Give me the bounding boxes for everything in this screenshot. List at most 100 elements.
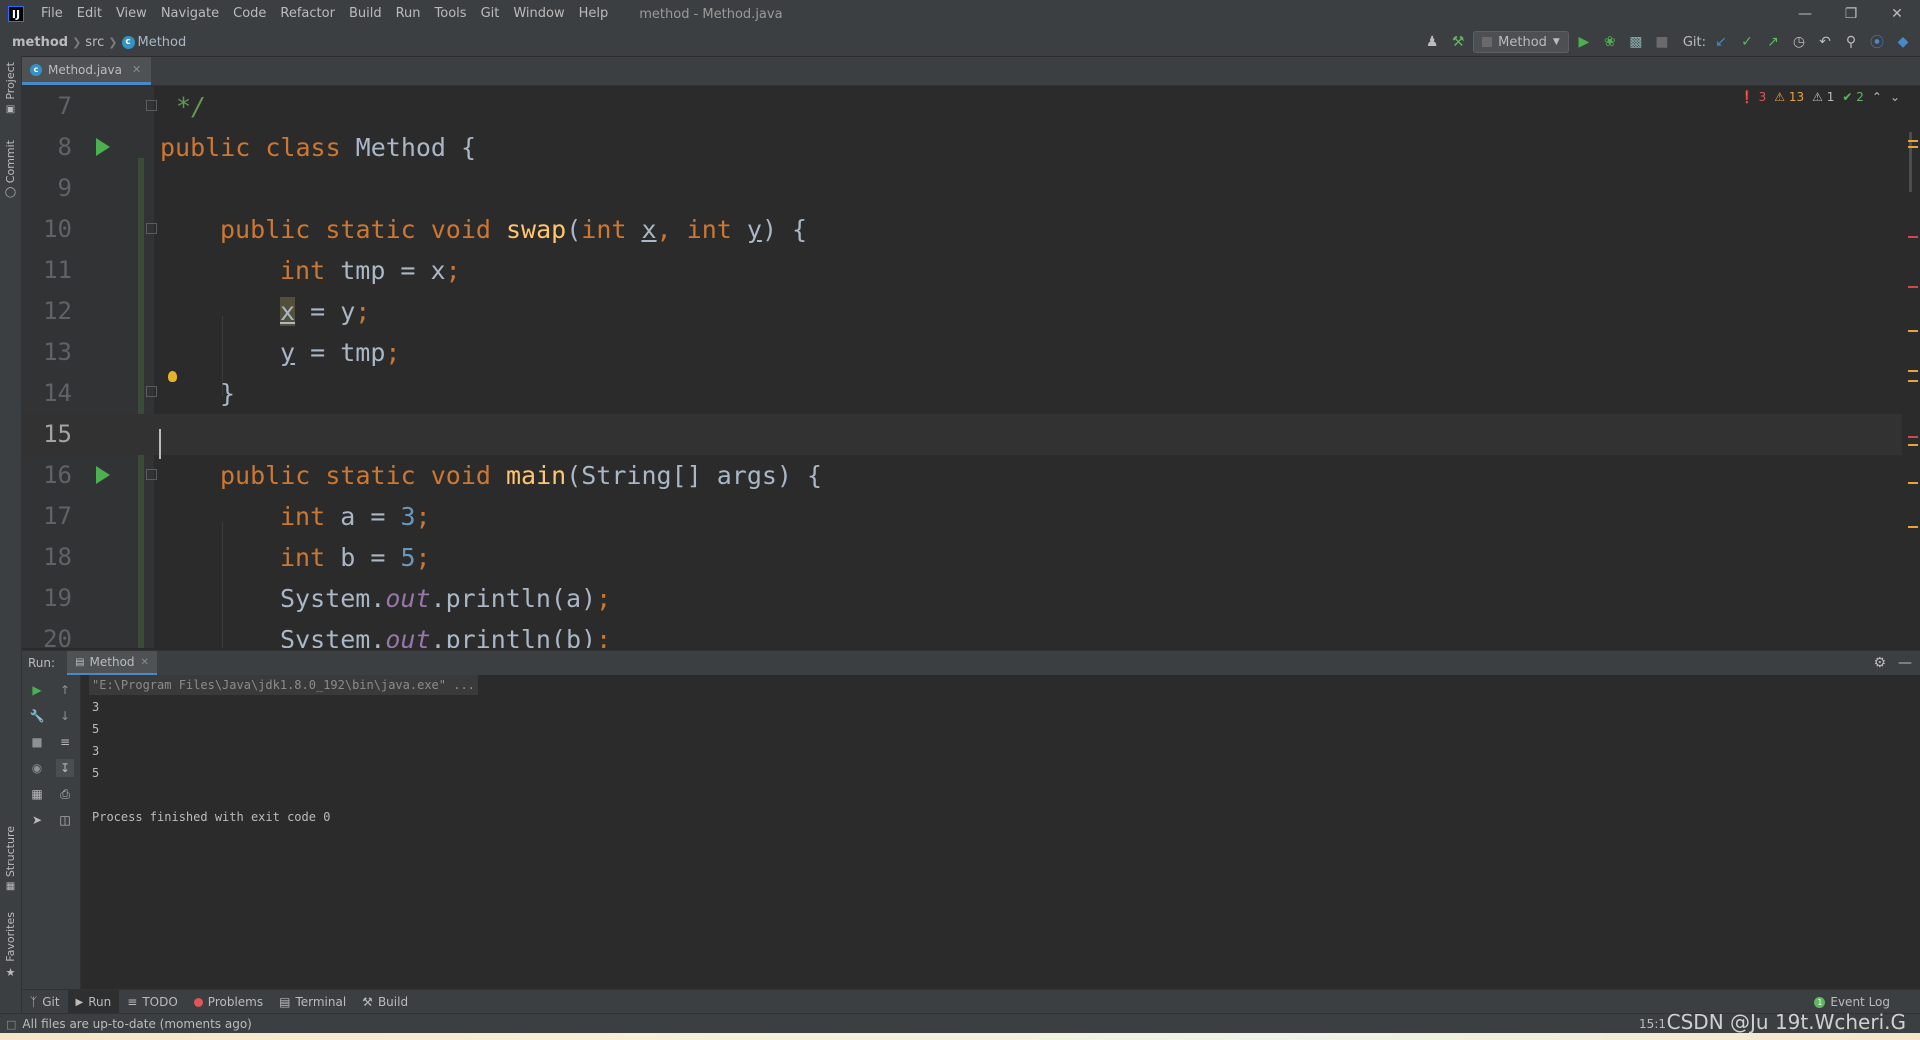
update-available-icon[interactable]: ⦿ <box>1866 31 1888 53</box>
rollback-icon[interactable]: ↶ <box>1814 31 1836 53</box>
menu-run[interactable]: Run <box>389 0 428 28</box>
stop-icon[interactable]: ■ <box>28 733 46 751</box>
code-text: */ <box>176 92 207 121</box>
menu-file[interactable]: File <box>34 0 70 28</box>
structure-tool-tab[interactable]: Structure ▦ <box>0 826 21 892</box>
caret-position[interactable]: 15:1 <box>1639 1014 1666 1034</box>
menu-window[interactable]: Window <box>506 0 571 28</box>
warning-marker[interactable] <box>1908 526 1918 528</box>
fold-icon[interactable] <box>146 223 157 234</box>
run-config-label: Method <box>1498 34 1547 50</box>
settings-gear-icon[interactable]: ⚙ <box>1873 655 1886 671</box>
breadcrumb-class[interactable]: c Method <box>118 35 191 50</box>
fold-icon[interactable] <box>146 469 157 480</box>
arrow-down-icon[interactable]: ↓ <box>56 707 74 725</box>
trash-icon[interactable]: ◫ <box>56 811 74 829</box>
warning-marker[interactable] <box>1908 482 1918 484</box>
pin-icon[interactable]: ➤ <box>28 811 46 829</box>
history-icon[interactable]: ◷ <box>1788 31 1810 53</box>
warning-marker[interactable] <box>1908 370 1918 372</box>
menu-code[interactable]: Code <box>226 0 273 28</box>
print-icon[interactable]: ⎙ <box>56 785 74 803</box>
navigation-bar: method ❯ src ❯ c Method ♟ ⚒ Method ▼ ▶ ❀… <box>0 28 1920 57</box>
tool-tab-terminal[interactable]: ▤ Terminal <box>271 990 354 1014</box>
favorites-tool-tab[interactable]: Favorites ★ <box>0 912 21 979</box>
debug-icon[interactable]: ❀ <box>1599 31 1621 53</box>
soft-wrap-icon[interactable]: ≡ <box>56 733 74 751</box>
camera-icon[interactable]: ◉ <box>28 759 46 777</box>
run-icon[interactable]: ▶ <box>1573 31 1595 53</box>
menu-navigate[interactable]: Navigate <box>154 0 226 28</box>
scroll-to-end-icon[interactable]: ↧ <box>56 759 74 777</box>
status-message[interactable]: All files are up-to-date (moments ago) <box>22 1017 251 1031</box>
warning-marker[interactable] <box>1908 140 1918 142</box>
console-line: 5 <box>92 722 100 736</box>
wrench-icon[interactable]: 🔧 <box>28 707 46 725</box>
menu-tools[interactable]: Tools <box>428 0 474 28</box>
tool-tab-run[interactable]: ▶ Run <box>67 990 120 1014</box>
coverage-icon[interactable]: ▩ <box>1625 31 1647 53</box>
menu-build[interactable]: Build <box>342 0 389 28</box>
tool-tab-git[interactable]: ᛉ Git <box>22 990 68 1014</box>
rerun-icon[interactable]: ▶ <box>28 681 46 699</box>
fold-icon[interactable] <box>146 100 157 111</box>
run-gutter-icon[interactable] <box>96 466 110 484</box>
error-marker[interactable] <box>1908 436 1918 438</box>
line-number: 14 <box>43 379 72 407</box>
warning-marker[interactable] <box>1908 330 1918 332</box>
close-tab-icon[interactable]: ✕ <box>132 63 141 76</box>
git-commit-icon[interactable]: ✓ <box>1736 31 1758 53</box>
close-icon[interactable]: ✕ <box>1874 0 1920 28</box>
error-marker[interactable] <box>1908 236 1918 238</box>
warning-marker[interactable] <box>1908 146 1918 148</box>
code-line: 8 public class Method { <box>22 127 1902 168</box>
minimize-icon[interactable]: — <box>1782 0 1828 28</box>
menu-git[interactable]: Git <box>474 0 507 28</box>
error-stripe[interactable] <box>1906 126 1920 646</box>
run-gutter-icon[interactable] <box>96 138 110 156</box>
git-branch-icon: ᛉ <box>30 995 38 1009</box>
layout-icon[interactable]: ▦ <box>28 785 46 803</box>
menu-view[interactable]: View <box>109 0 154 28</box>
search-icon[interactable]: ⚲ <box>1840 31 1862 53</box>
tab-method-java[interactable]: c Method.java ✕ <box>22 57 152 85</box>
restore-icon[interactable]: ❐ <box>1828 0 1874 28</box>
code-text: public static void swap(int x, int y) { <box>220 215 808 244</box>
minimize-panel-icon[interactable]: — <box>1898 655 1912 671</box>
git-push-icon[interactable]: ↗ <box>1762 31 1784 53</box>
arrow-up-icon[interactable]: ↑ <box>56 681 74 699</box>
run-config-select[interactable]: Method ▼ <box>1473 31 1569 53</box>
status-icon: □ <box>6 1017 17 1031</box>
run-tab-method[interactable]: ▤ Method ✕ <box>67 651 157 675</box>
structure-tool-label: Structure <box>4 826 17 878</box>
commit-icon: ◯ <box>4 187 17 199</box>
breadcrumb-src[interactable]: src <box>81 35 108 50</box>
left-tool-strip: Project ▣ Commit ◯ Structure ▦ Favorites… <box>0 56 22 1020</box>
plugin-icon[interactable]: ◆ <box>1892 31 1914 53</box>
line-number: 16 <box>43 461 72 489</box>
warning-marker[interactable] <box>1908 444 1918 446</box>
build-hammer-icon[interactable]: ⚒ <box>1447 31 1469 53</box>
error-marker[interactable] <box>1908 286 1918 288</box>
run-tab-label: Method <box>89 655 135 669</box>
lightbulb-icon[interactable] <box>168 371 177 382</box>
user-icon[interactable]: ♟ <box>1421 31 1443 53</box>
tool-tab-todo[interactable]: ≡ TODO <box>119 990 186 1014</box>
warning-marker[interactable] <box>1908 380 1918 382</box>
commit-tool-tab[interactable]: Commit ◯ <box>0 140 21 198</box>
menu-refactor[interactable]: Refactor <box>273 0 342 28</box>
tool-tab-problems[interactable]: Problems <box>186 990 271 1014</box>
project-tool-tab[interactable]: Project ▣ <box>0 62 21 115</box>
menu-edit[interactable]: Edit <box>70 0 109 28</box>
console-output[interactable]: "E:\Program Files\Java\jdk1.8.0_192\bin\… <box>81 675 1920 989</box>
git-update-icon[interactable]: ↙ <box>1710 31 1732 53</box>
code-editor[interactable]: ❗ 3 ⚠ 13 ⚠ 1 ✔ 2 ⌃ ⌄ 7 */ 8 public class… <box>22 86 1920 648</box>
menu-help[interactable]: Help <box>572 0 616 28</box>
close-tab-icon[interactable]: ✕ <box>141 657 149 668</box>
tool-tab-label: Build <box>377 995 409 1009</box>
tool-tab-build[interactable]: ⚒ Build <box>354 990 416 1014</box>
tab-label: Method.java <box>48 62 122 77</box>
fold-icon[interactable] <box>146 386 157 397</box>
stop-icon[interactable]: ■ <box>1651 31 1673 53</box>
breadcrumb-project[interactable]: method <box>8 35 72 50</box>
